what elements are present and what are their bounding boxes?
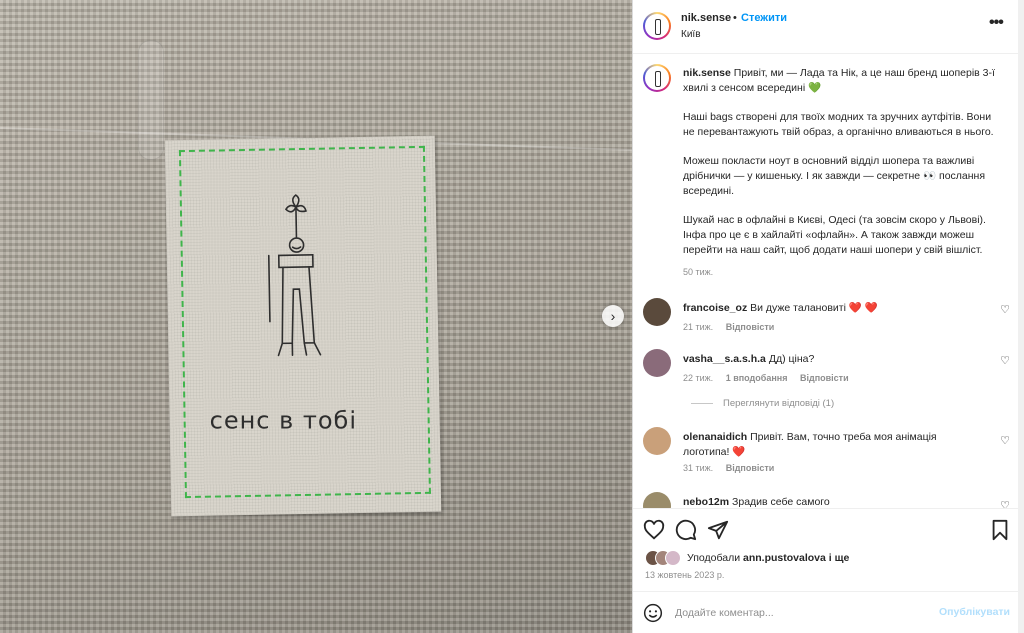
send-icon[interactable] bbox=[707, 519, 729, 541]
comment-body: olenanaidich Привіт. Вам, точно треба мо… bbox=[683, 430, 983, 460]
commenter-avatar[interactable] bbox=[643, 298, 671, 326]
comment-body: francoise_oz Ви дуже талановиті ❤️ ❤️ bbox=[683, 301, 983, 316]
heart-icon[interactable] bbox=[643, 519, 665, 541]
post-sidebar: nik.sense • Стежити Київ ••• nik.sense П… bbox=[632, 0, 1019, 633]
comment-composer: Опублікувати bbox=[633, 591, 1019, 633]
comment-hearts: ❤️ ❤️ bbox=[848, 302, 878, 314]
author-username[interactable]: nik.sense bbox=[681, 12, 731, 24]
commenter-avatar[interactable] bbox=[643, 492, 671, 508]
likes-text: Уподобали ann.pustovalova і ще bbox=[687, 552, 849, 564]
comment-item: vasha__s.a.s.h.a Дд) ціна? 22 тиж. 1 впо… bbox=[633, 349, 1019, 399]
comment-item: nebo12m Зрадив себе самого ♡ bbox=[633, 492, 1019, 508]
caption-paragraph-2: Наші bags створені для твоїх модних та з… bbox=[683, 111, 994, 138]
post-caption: nik.sense Привіт, ми — Лада та Нік, а це… bbox=[683, 66, 1005, 272]
comment-body: nebo12m Зрадив себе самого bbox=[683, 495, 983, 508]
reply-button[interactable]: Відповісти bbox=[726, 463, 775, 473]
post-actions bbox=[633, 508, 1019, 550]
figure-drawing bbox=[267, 194, 322, 357]
comment-text: Ви дуже талановиті bbox=[750, 302, 846, 314]
chevron-right-icon: › bbox=[610, 308, 616, 324]
commenter-username[interactable]: vasha__s.a.s.h.a bbox=[683, 353, 766, 365]
emoji-icon[interactable] bbox=[643, 603, 663, 623]
more-horizontal-icon[interactable]: ••• bbox=[989, 14, 1004, 32]
likers-avatars[interactable] bbox=[645, 550, 681, 566]
page-scrollbar[interactable] bbox=[1018, 0, 1024, 633]
comment-meta: 21 тиж. Відповісти bbox=[683, 322, 784, 332]
comment-meta: 22 тиж. 1 вподобання Відповісти bbox=[683, 373, 859, 383]
commenter-username[interactable]: olenanaidich bbox=[683, 431, 747, 443]
post-header: nik.sense • Стежити Київ ••• bbox=[633, 0, 1019, 54]
comment-hearts: ❤️ bbox=[732, 446, 746, 458]
post-location[interactable]: Київ bbox=[681, 29, 701, 40]
comment-icon[interactable] bbox=[675, 519, 697, 541]
comment-item: olenanaidich Привіт. Вам, точно треба мо… bbox=[633, 427, 1019, 477]
liker-username[interactable]: ann.pustovalova bbox=[743, 552, 826, 564]
caption-username[interactable]: nik.sense bbox=[683, 67, 731, 79]
bookmark-icon[interactable] bbox=[989, 519, 1011, 541]
comment-time[interactable]: 31 тиж. bbox=[683, 463, 713, 473]
view-replies-button[interactable]: Переглянути відповіді (1) bbox=[683, 398, 834, 409]
likes-prefix: Уподобали bbox=[687, 552, 741, 564]
comments-area: nik.sense Привіт, ми — Лада та Нік, а це… bbox=[633, 54, 1019, 508]
comment-meta: 31 тиж. Відповісти bbox=[683, 463, 784, 473]
commenter-username[interactable]: nebo12m bbox=[683, 496, 729, 508]
comment-input[interactable] bbox=[675, 604, 935, 622]
bag-label: сенс в тобі bbox=[164, 135, 442, 517]
comment-likes[interactable]: 1 вподобання bbox=[726, 373, 788, 383]
comment-like-heart-icon[interactable]: ♡ bbox=[999, 355, 1011, 367]
caption-time[interactable]: 50 тиж. bbox=[683, 267, 713, 277]
reply-line bbox=[691, 402, 713, 404]
reply-button[interactable]: Відповісти bbox=[726, 322, 775, 332]
comment-text: Зрадив себе самого bbox=[732, 496, 830, 508]
label-text: сенс в тобі bbox=[209, 406, 358, 435]
comment-text: Дд) ціна? bbox=[768, 353, 815, 365]
follow-button[interactable]: Стежити bbox=[741, 12, 787, 24]
author-avatar[interactable] bbox=[643, 12, 671, 40]
comment-time[interactable]: 22 тиж. bbox=[683, 373, 713, 383]
separator-dot: • bbox=[733, 12, 737, 24]
commenter-avatar[interactable] bbox=[643, 349, 671, 377]
caption-paragraph-4: Шукай нас в офлайні в Києві, Одесі (та з… bbox=[683, 214, 986, 256]
caption-avatar[interactable] bbox=[643, 64, 671, 92]
bag-loop bbox=[138, 40, 164, 160]
comment-time[interactable]: 21 тиж. bbox=[683, 322, 713, 332]
reply-button[interactable]: Відповісти bbox=[800, 373, 849, 383]
likes-summary: Уподобали ann.pustovalova і ще bbox=[633, 548, 1019, 568]
comment-body: vasha__s.a.s.h.a Дд) ціна? bbox=[683, 352, 983, 367]
publish-button[interactable]: Опублікувати bbox=[939, 606, 1010, 618]
comment-item: francoise_oz Ви дуже талановиті ❤️ ❤️ 21… bbox=[633, 298, 1019, 348]
comment-like-heart-icon[interactable]: ♡ bbox=[999, 435, 1011, 447]
next-image-button[interactable]: › bbox=[602, 305, 624, 327]
post-image: сенс в тобі › bbox=[0, 0, 632, 633]
comment-like-heart-icon[interactable]: ♡ bbox=[999, 500, 1011, 508]
comment-like-heart-icon[interactable]: ♡ bbox=[999, 304, 1011, 316]
commenter-avatar[interactable] bbox=[643, 427, 671, 455]
view-replies-label: Переглянути відповіді (1) bbox=[723, 398, 835, 409]
likes-others[interactable]: і ще bbox=[829, 552, 850, 564]
caption-paragraph-3: Можеш покласти ноут в основний відділ шо… bbox=[683, 155, 986, 197]
commenter-username[interactable]: francoise_oz bbox=[683, 302, 747, 314]
post-date[interactable]: 13 жовтень 2023 р. bbox=[645, 570, 724, 580]
